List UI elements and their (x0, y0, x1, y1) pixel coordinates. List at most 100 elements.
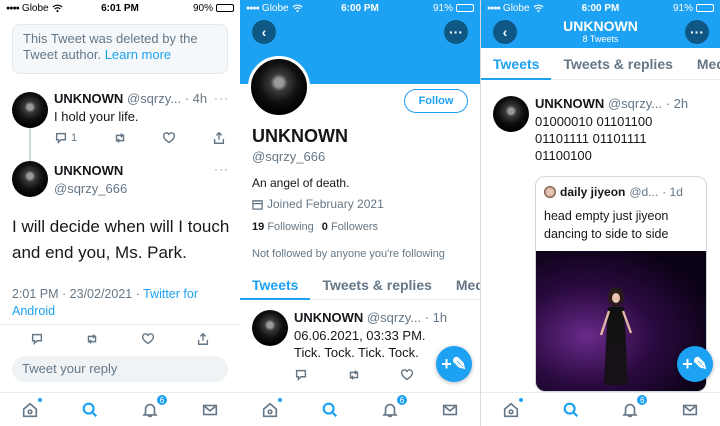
home-tab[interactable] (259, 396, 283, 421)
home-icon (22, 402, 38, 417)
new-content-dot (37, 396, 43, 403)
mail-icon (202, 404, 218, 415)
reply-input[interactable]: Tweet your reply (12, 356, 228, 382)
timeline-tabs: Tweets Tweets & replies Media (481, 48, 720, 80)
more-options-button[interactable]: ··· (444, 20, 468, 44)
clock: 6:01 PM (101, 2, 139, 14)
home-icon (503, 402, 518, 417)
tweet-time: · 2h (665, 96, 689, 111)
avatar[interactable] (12, 161, 48, 197)
compose-tweet-button[interactable]: +✎ (436, 346, 472, 382)
search-tab[interactable] (560, 399, 582, 421)
reply-button[interactable]: 1 (54, 131, 77, 145)
home-icon (262, 402, 278, 417)
notifications-tab[interactable]: 6 (379, 393, 408, 421)
notifications-badge: 6 (636, 393, 649, 406)
battery-icon (216, 4, 234, 12)
tab-tweets-replies[interactable]: Tweets & replies (310, 270, 443, 299)
quoted-author: daily jiyeon @d... · 1d (544, 185, 683, 199)
reply-count: 1 (71, 132, 78, 144)
like-button[interactable] (162, 131, 176, 145)
author-name: UNKNOWN (294, 310, 364, 325)
retweet-button[interactable] (113, 131, 127, 145)
status-bar: ●●●● Globe 6:01 PM 90% (0, 0, 240, 16)
retweet-button[interactable] (347, 368, 361, 382)
author-handle: @sqrzy... (366, 310, 422, 325)
search-tab[interactable] (319, 399, 341, 421)
avatar[interactable] (252, 310, 288, 346)
tab-media[interactable]: Media (444, 270, 480, 299)
author-name[interactable]: UNKNOWN (54, 163, 123, 178)
notifications-tab[interactable]: 6 (619, 393, 649, 421)
notifications-badge: 6 (396, 393, 408, 406)
tweet-thread-panel: ●●●● Globe 6:01 PM 90% This Tweet was de… (0, 0, 240, 426)
author-handle: @sqrzy... (126, 91, 182, 106)
compose-icon: +✎ (682, 353, 708, 374)
profile-panel: ●●●● Globe 6:00 PM 91% ‹ ··· Follow UNKN… (240, 0, 480, 426)
reply-icon (55, 132, 67, 145)
tweet-meta: 2:01 PM · 23/02/2021 · Twitter for Andro… (12, 286, 234, 320)
follow-button[interactable]: Follow (404, 89, 468, 113)
retweet-icon (349, 370, 359, 380)
tab-tweets[interactable]: Tweets (481, 48, 552, 80)
followers-stat[interactable]: 0 Followers (322, 221, 378, 233)
share-button[interactable] (196, 332, 210, 346)
tweet-author[interactable]: UNKNOWN @sqrzy... · 2h (535, 96, 688, 111)
search-tab[interactable] (79, 399, 101, 421)
share-button[interactable] (212, 131, 226, 145)
more-icon[interactable]: ··· (214, 91, 229, 105)
home-tab[interactable] (19, 396, 43, 421)
share-icon (213, 131, 225, 144)
divider (0, 324, 240, 325)
search-icon (563, 402, 578, 417)
tweet-author[interactable]: UNKNOWN @sqrzy... · 4h (54, 91, 207, 106)
main-tweet-actions (30, 332, 210, 346)
reply-icon (295, 369, 307, 382)
new-content-dot (277, 396, 283, 403)
avatar[interactable] (12, 92, 48, 128)
author-handle: @sqrzy_666 (54, 181, 128, 196)
status-bar: ●●●● Globe 6:00 PM 91% (240, 0, 480, 16)
profile-tabs: Tweets Tweets & replies Media (240, 270, 480, 300)
more-options-button[interactable]: ··· (685, 20, 709, 44)
more-icon: ··· (449, 24, 463, 40)
more-icon: ··· (690, 24, 704, 40)
like-button[interactable] (141, 332, 155, 346)
tab-media[interactable]: Media (685, 48, 720, 79)
quoted-avatar (544, 186, 556, 198)
tab-tweets[interactable]: Tweets (240, 270, 311, 300)
quoted-handle: @d... (629, 185, 659, 199)
more-icon[interactable]: ··· (214, 162, 229, 176)
following-stat[interactable]: 19 Following (252, 221, 314, 233)
tweet-actions (294, 368, 414, 382)
messages-tab[interactable] (199, 399, 221, 421)
reply-button[interactable] (294, 368, 308, 382)
retweet-button[interactable] (85, 332, 99, 346)
tweet-timestamp: 2:01 PM · 23/02/2021 · (12, 287, 140, 301)
messages-tab[interactable] (439, 399, 461, 421)
reply-button[interactable] (30, 332, 44, 346)
profile-avatar[interactable] (248, 56, 310, 118)
learn-more-link[interactable]: Learn more (105, 47, 171, 62)
tweet-time: · 4h (184, 91, 208, 106)
compose-tweet-button[interactable]: +✎ (677, 346, 713, 382)
battery-icon (696, 4, 714, 12)
profile-name: UNKNOWN (252, 126, 348, 146)
back-button[interactable]: ‹ (252, 20, 276, 44)
author-name: UNKNOWN (54, 91, 124, 106)
header-subtitle: 8 Tweets (582, 34, 619, 44)
tab-tweets-replies[interactable]: Tweets & replies (551, 48, 684, 79)
notifications-badge: 6 (156, 393, 168, 406)
profile-joined: Joined February 2021 (252, 197, 384, 211)
thread-connector (29, 126, 31, 162)
profile-stats: 19 Following 0 Followers (252, 221, 378, 233)
messages-tab[interactable] (679, 399, 701, 421)
avatar[interactable] (493, 96, 529, 132)
clock: 6:00 PM (341, 2, 379, 14)
home-tab[interactable] (500, 396, 524, 421)
like-button[interactable] (400, 368, 414, 382)
retweet-icon (88, 334, 97, 344)
notifications-tab[interactable]: 6 (139, 393, 168, 421)
bottom-tab-bar: 6 (481, 392, 720, 426)
tweet-author[interactable]: UNKNOWN @sqrzy... · 1h (294, 310, 447, 325)
